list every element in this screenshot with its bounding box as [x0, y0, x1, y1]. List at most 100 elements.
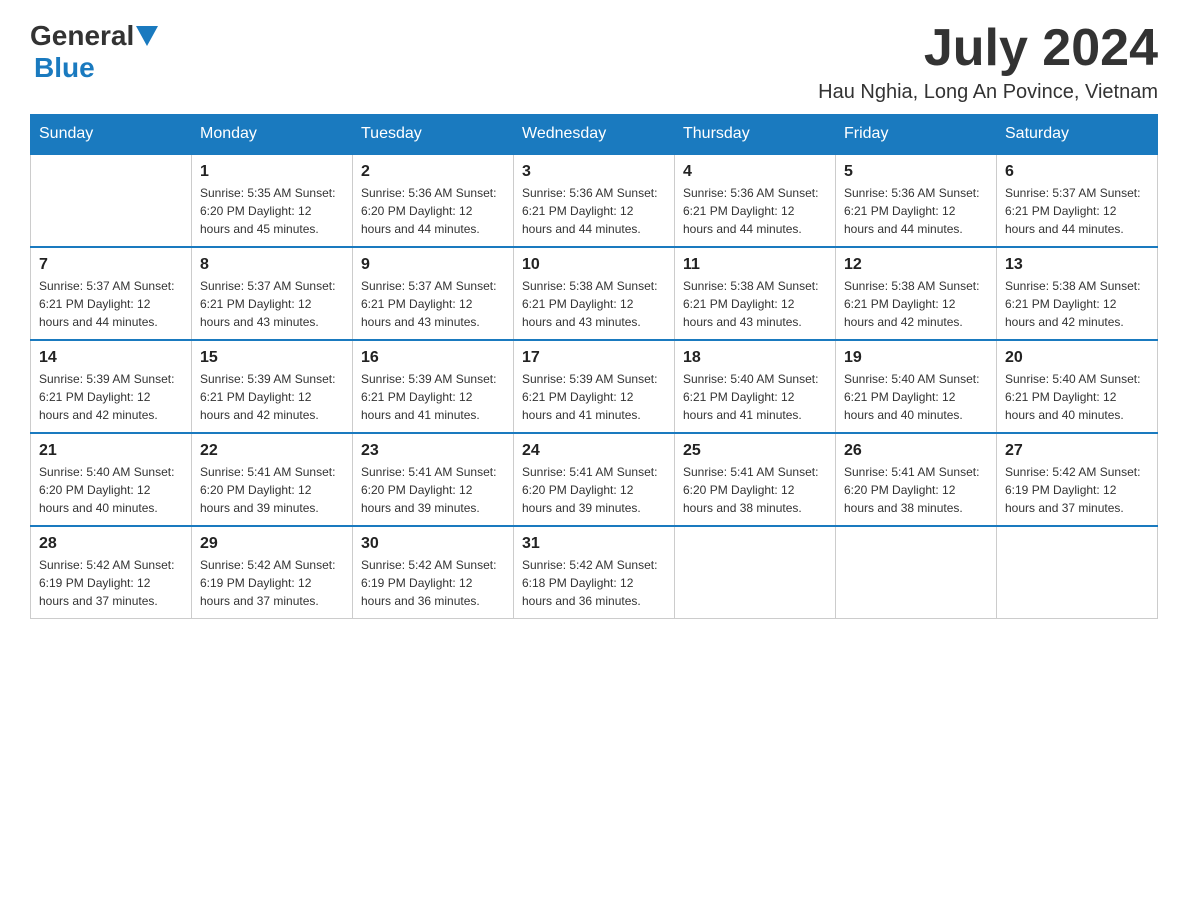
- calendar-cell: 26Sunrise: 5:41 AM Sunset: 6:20 PM Dayli…: [836, 433, 997, 526]
- day-number: 14: [39, 349, 183, 367]
- day-number: 13: [1005, 256, 1149, 274]
- logo: General Blue: [30, 20, 158, 84]
- title-section: July 2024 Hau Nghia, Long An Povince, Vi…: [818, 20, 1158, 104]
- day-info: Sunrise: 5:38 AM Sunset: 6:21 PM Dayligh…: [522, 277, 666, 331]
- day-info: Sunrise: 5:39 AM Sunset: 6:21 PM Dayligh…: [522, 370, 666, 424]
- day-number: 25: [683, 442, 827, 460]
- day-info: Sunrise: 5:36 AM Sunset: 6:20 PM Dayligh…: [361, 184, 505, 238]
- calendar-cell: 28 Sunrise: 5:42 AM Sunset: 6:19 PM Dayli…: [31, 526, 192, 619]
- day-number: 17: [522, 349, 666, 367]
- day-info: Sunrise: 5:37 AM Sunset: 6:21 PM Dayligh…: [39, 277, 183, 331]
- day-number: 26: [844, 442, 988, 460]
- day-number: 18: [683, 349, 827, 367]
- day-number: 22: [200, 442, 344, 460]
- calendar-cell: 16Sunrise: 5:39 AM Sunset: 6:21 PM Dayli…: [353, 340, 514, 433]
- logo-blue-text: Blue: [34, 52, 95, 84]
- day-number: 30: [361, 535, 505, 553]
- day-number: 20: [1005, 349, 1149, 367]
- day-info: Sunrise: 5:41 AM Sunset: 6:20 PM Dayligh…: [200, 463, 344, 517]
- calendar-cell: 13Sunrise: 5:38 AM Sunset: 6:21 PM Dayli…: [997, 247, 1158, 340]
- calendar-cell: 7 Sunrise: 5:37 AM Sunset: 6:21 PM Daylig…: [31, 247, 192, 340]
- logo-arrow-icon: [136, 26, 158, 48]
- col-header-saturday: Saturday: [997, 115, 1158, 155]
- calendar-cell: 22 Sunrise: 5:41 AM Sunset: 6:20 PM Dayli…: [192, 433, 353, 526]
- day-number: 29: [200, 535, 344, 553]
- col-header-monday: Monday: [192, 115, 353, 155]
- day-info: Sunrise: 5:37 AM Sunset: 6:21 PM Dayligh…: [1005, 184, 1149, 238]
- calendar-week-row: 14 Sunrise: 5:39 AM Sunset: 6:21 PM Dayli…: [31, 340, 1158, 433]
- day-number: 5: [844, 163, 988, 181]
- day-number: 9: [361, 256, 505, 274]
- month-year-title: July 2024: [818, 20, 1158, 77]
- day-number: 12: [844, 256, 988, 274]
- calendar-cell: 18 Sunrise: 5:40 AM Sunset: 6:21 PM Dayli…: [675, 340, 836, 433]
- calendar-cell: 29 Sunrise: 5:42 AM Sunset: 6:19 PM Dayli…: [192, 526, 353, 619]
- calendar-cell: 12 Sunrise: 5:38 AM Sunset: 6:21 PM Dayli…: [836, 247, 997, 340]
- calendar-cell: 2 Sunrise: 5:36 AM Sunset: 6:20 PM Daylig…: [353, 154, 514, 247]
- calendar-cell: 5Sunrise: 5:36 AM Sunset: 6:21 PM Daylig…: [836, 154, 997, 247]
- calendar-cell: 11 Sunrise: 5:38 AM Sunset: 6:21 PM Dayli…: [675, 247, 836, 340]
- calendar-cell: [675, 526, 836, 619]
- day-info: Sunrise: 5:37 AM Sunset: 6:21 PM Dayligh…: [200, 277, 344, 331]
- day-number: 1: [200, 163, 344, 181]
- day-number: 7: [39, 256, 183, 274]
- calendar-cell: [836, 526, 997, 619]
- day-info: Sunrise: 5:41 AM Sunset: 6:20 PM Dayligh…: [683, 463, 827, 517]
- calendar-cell: 30 Sunrise: 5:42 AM Sunset: 6:19 PM Dayli…: [353, 526, 514, 619]
- col-header-sunday: Sunday: [31, 115, 192, 155]
- day-number: 4: [683, 163, 827, 181]
- day-info: Sunrise: 5:40 AM Sunset: 6:20 PM Dayligh…: [39, 463, 183, 517]
- day-info: Sunrise: 5:40 AM Sunset: 6:21 PM Dayligh…: [1005, 370, 1149, 424]
- calendar-week-row: 7 Sunrise: 5:37 AM Sunset: 6:21 PM Daylig…: [31, 247, 1158, 340]
- day-number: 8: [200, 256, 344, 274]
- col-header-wednesday: Wednesday: [514, 115, 675, 155]
- calendar-cell: 24 Sunrise: 5:41 AM Sunset: 6:20 PM Dayli…: [514, 433, 675, 526]
- col-header-tuesday: Tuesday: [353, 115, 514, 155]
- logo-general-text: General: [30, 20, 134, 52]
- day-number: 10: [522, 256, 666, 274]
- calendar-cell: [31, 154, 192, 247]
- day-info: Sunrise: 5:38 AM Sunset: 6:21 PM Dayligh…: [683, 277, 827, 331]
- calendar-week-row: 28 Sunrise: 5:42 AM Sunset: 6:19 PM Dayli…: [31, 526, 1158, 619]
- calendar-cell: 4 Sunrise: 5:36 AM Sunset: 6:21 PM Daylig…: [675, 154, 836, 247]
- calendar-cell: 3Sunrise: 5:36 AM Sunset: 6:21 PM Daylig…: [514, 154, 675, 247]
- day-number: 15: [200, 349, 344, 367]
- day-info: Sunrise: 5:42 AM Sunset: 6:19 PM Dayligh…: [200, 556, 344, 610]
- calendar-cell: 23 Sunrise: 5:41 AM Sunset: 6:20 PM Dayli…: [353, 433, 514, 526]
- calendar-header-row: SundayMondayTuesdayWednesdayThursdayFrid…: [31, 115, 1158, 155]
- location-subtitle: Hau Nghia, Long An Povince, Vietnam: [818, 81, 1158, 104]
- calendar-cell: [997, 526, 1158, 619]
- day-info: Sunrise: 5:37 AM Sunset: 6:21 PM Dayligh…: [361, 277, 505, 331]
- day-number: 31: [522, 535, 666, 553]
- day-info: Sunrise: 5:36 AM Sunset: 6:21 PM Dayligh…: [683, 184, 827, 238]
- day-number: 3: [522, 163, 666, 181]
- day-number: 6: [1005, 163, 1149, 181]
- calendar-cell: 25 Sunrise: 5:41 AM Sunset: 6:20 PM Dayli…: [675, 433, 836, 526]
- day-number: 11: [683, 256, 827, 274]
- day-number: 16: [361, 349, 505, 367]
- day-info: Sunrise: 5:42 AM Sunset: 6:19 PM Dayligh…: [39, 556, 183, 610]
- calendar-cell: 20 Sunrise: 5:40 AM Sunset: 6:21 PM Dayli…: [997, 340, 1158, 433]
- calendar-cell: 27Sunrise: 5:42 AM Sunset: 6:19 PM Dayli…: [997, 433, 1158, 526]
- day-number: 23: [361, 442, 505, 460]
- day-info: Sunrise: 5:41 AM Sunset: 6:20 PM Dayligh…: [361, 463, 505, 517]
- day-info: Sunrise: 5:38 AM Sunset: 6:21 PM Dayligh…: [844, 277, 988, 331]
- day-number: 2: [361, 163, 505, 181]
- day-info: Sunrise: 5:42 AM Sunset: 6:19 PM Dayligh…: [1005, 463, 1149, 517]
- calendar-cell: 19Sunrise: 5:40 AM Sunset: 6:21 PM Dayli…: [836, 340, 997, 433]
- day-number: 21: [39, 442, 183, 460]
- day-info: Sunrise: 5:41 AM Sunset: 6:20 PM Dayligh…: [522, 463, 666, 517]
- calendar-table: SundayMondayTuesdayWednesdayThursdayFrid…: [30, 114, 1158, 619]
- calendar-cell: 10 Sunrise: 5:38 AM Sunset: 6:21 PM Dayli…: [514, 247, 675, 340]
- day-info: Sunrise: 5:42 AM Sunset: 6:18 PM Dayligh…: [522, 556, 666, 610]
- calendar-cell: 17 Sunrise: 5:39 AM Sunset: 6:21 PM Dayli…: [514, 340, 675, 433]
- day-info: Sunrise: 5:40 AM Sunset: 6:21 PM Dayligh…: [683, 370, 827, 424]
- day-info: Sunrise: 5:42 AM Sunset: 6:19 PM Dayligh…: [361, 556, 505, 610]
- col-header-friday: Friday: [836, 115, 997, 155]
- calendar-cell: 1Sunrise: 5:35 AM Sunset: 6:20 PM Daylig…: [192, 154, 353, 247]
- day-number: 28: [39, 535, 183, 553]
- calendar-week-row: 21 Sunrise: 5:40 AM Sunset: 6:20 PM Dayli…: [31, 433, 1158, 526]
- day-number: 24: [522, 442, 666, 460]
- calendar-cell: 15Sunrise: 5:39 AM Sunset: 6:21 PM Dayli…: [192, 340, 353, 433]
- col-header-thursday: Thursday: [675, 115, 836, 155]
